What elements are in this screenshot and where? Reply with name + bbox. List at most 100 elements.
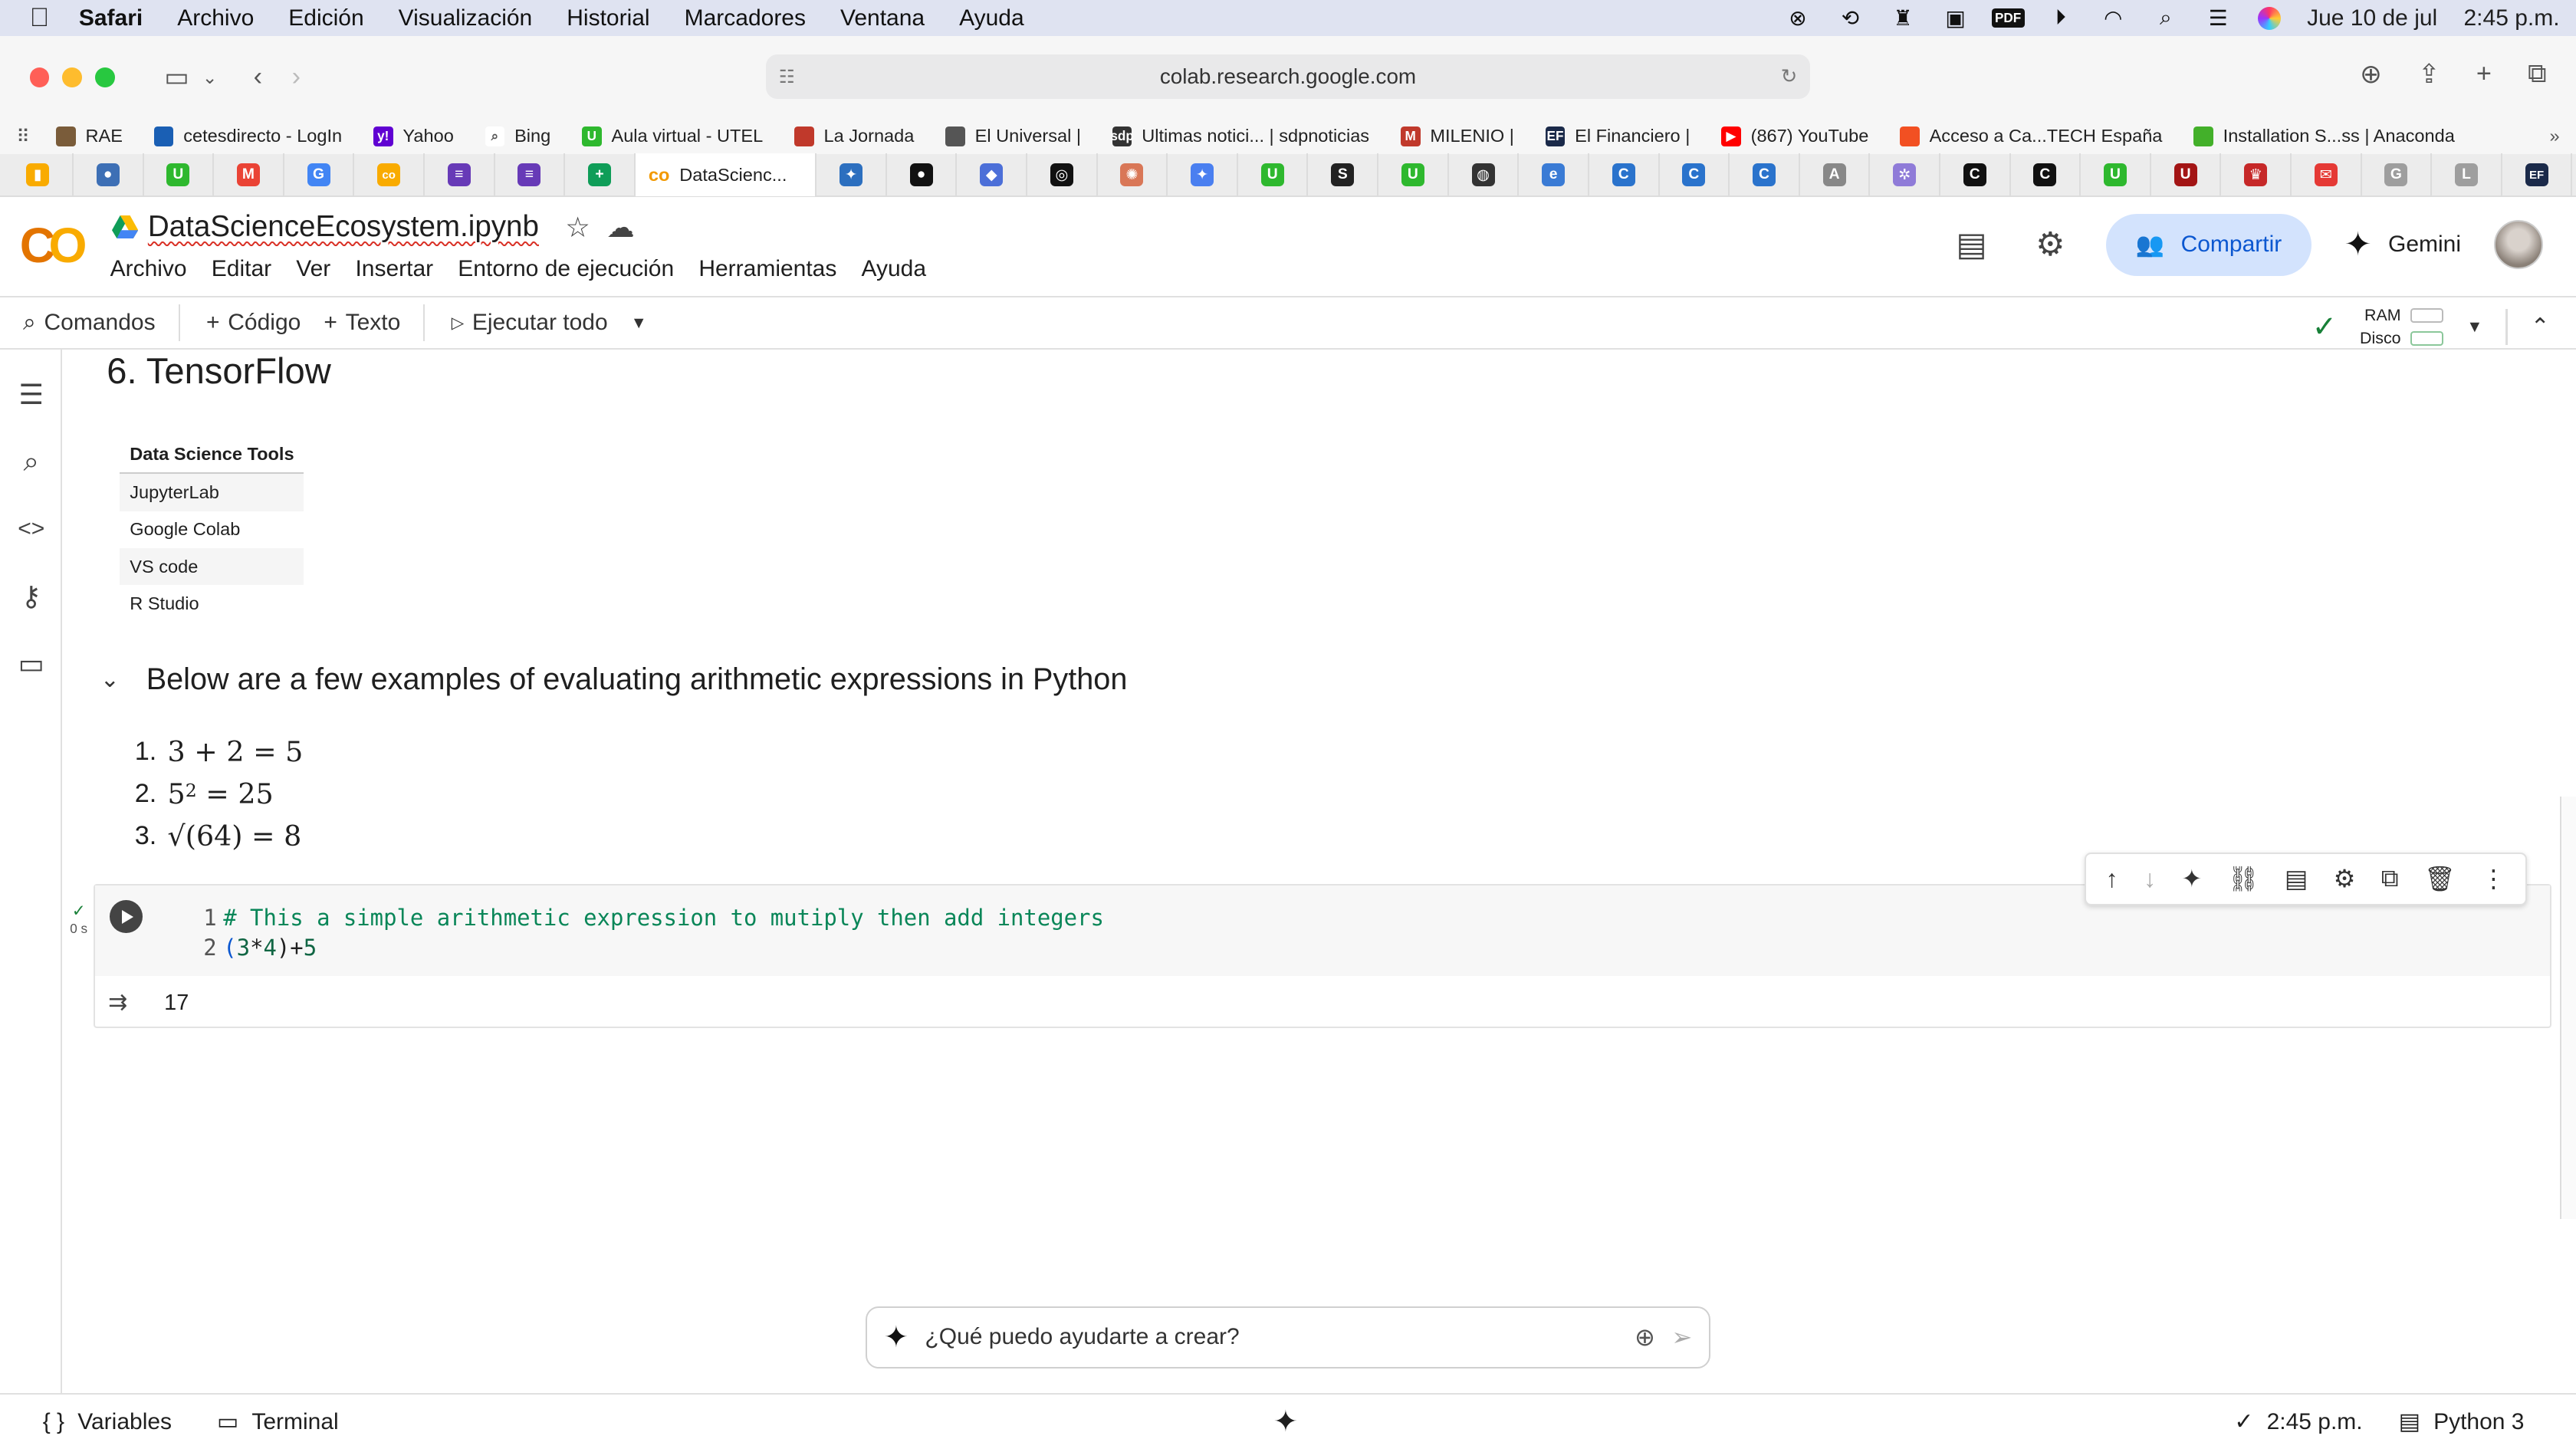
tab[interactable]: C	[1730, 153, 1800, 197]
menu-item-insertar[interactable]: Insertar	[355, 256, 433, 282]
minimize-window-button[interactable]	[62, 67, 83, 87]
tab[interactable]: ✦	[1168, 153, 1238, 197]
cloud-saved-icon[interactable]: ☁	[606, 211, 634, 244]
add-code-button[interactable]: + Código	[206, 310, 301, 336]
spotlight-search-icon[interactable]: ⌕	[2153, 5, 2179, 30]
tab[interactable]: C	[1589, 153, 1660, 197]
output-actions-icon[interactable]: ⇉	[108, 989, 127, 1016]
tab[interactable]: ♛	[2221, 153, 2292, 197]
run-all-dropdown-icon[interactable]: ▼	[631, 314, 647, 333]
mirror-cell-icon[interactable]: ⧉	[2381, 864, 2399, 893]
apps-grid-icon[interactable]: ⠿	[16, 126, 29, 147]
tab[interactable]: EF	[2502, 153, 2573, 197]
tab-active[interactable]: co DataScienc...	[635, 153, 817, 197]
avatar[interactable]	[2493, 220, 2544, 270]
share-icon[interactable]: ⇪	[2418, 59, 2440, 90]
code-cell[interactable]: ✓ 0 s 1 # This a simple arithmetic expres…	[70, 883, 2551, 1029]
menu-safari[interactable]: Safari	[79, 5, 143, 31]
tab[interactable]: ✺	[1098, 153, 1168, 197]
bookmark-item[interactable]: M MILENIO |	[1400, 126, 1514, 146]
menu-item-ayuda[interactable]: Ayuda	[862, 256, 927, 282]
bookmark-item[interactable]: sdp Ultimas notici... | sdpnoticias	[1110, 126, 1369, 146]
tab[interactable]: C	[1660, 153, 1730, 197]
bookmark-item[interactable]: Acceso a Ca...TECH España	[1900, 126, 2162, 146]
new-tab-icon[interactable]: +	[2476, 59, 2492, 90]
more-options-icon[interactable]: ⋮	[2481, 864, 2505, 893]
move-up-icon[interactable]: ↑	[2106, 865, 2118, 893]
add-circle-icon[interactable]: ⊕	[1635, 1322, 1655, 1352]
bookmark-item[interactable]: U Aula virtual - UTEL	[581, 126, 763, 146]
google-drive-icon[interactable]	[111, 215, 138, 239]
tab[interactable]: +	[565, 153, 636, 197]
collapse-section-chevron-icon[interactable]: ⌄	[100, 666, 123, 693]
bookmark-item[interactable]: ▶ (867) YouTube	[1721, 126, 1868, 146]
tab[interactable]: G	[2362, 153, 2433, 197]
zoom-window-button[interactable]	[95, 67, 115, 87]
menu-item-herramientas[interactable]: Herramientas	[698, 256, 836, 282]
gemini-sparkle-icon[interactable]: ✦	[1273, 1405, 1298, 1439]
tab[interactable]: U	[1238, 153, 1309, 197]
menu-edicion[interactable]: Edición	[288, 5, 363, 31]
bot-icon[interactable]: ♜	[1890, 6, 1916, 30]
link-icon[interactable]: ⛓	[2228, 864, 2259, 893]
close-window-button[interactable]	[29, 67, 50, 87]
tab[interactable]: e	[1519, 153, 1589, 197]
tab[interactable]: C	[2011, 153, 2082, 197]
colab-logo[interactable]: CO	[20, 217, 87, 274]
play-icon[interactable]: ⏵	[2048, 5, 2074, 30]
menu-marcadores[interactable]: Marcadores	[685, 5, 806, 31]
sidebar-toggle-icon[interactable]: ▭	[164, 62, 189, 93]
tab[interactable]: ≡	[425, 153, 495, 197]
control-center-icon[interactable]: ☰	[2205, 6, 2231, 30]
code-snippets-icon[interactable]: <>	[12, 509, 51, 548]
xbox-icon[interactable]: ⊗	[1785, 6, 1811, 30]
tab[interactable]: U	[2081, 153, 2151, 197]
tab[interactable]: ◍	[1449, 153, 1520, 197]
find-replace-icon[interactable]: ⌕	[12, 442, 51, 481]
tab[interactable]: L	[2432, 153, 2502, 197]
siri-icon[interactable]	[2257, 6, 2281, 30]
tab[interactable]: ✲	[1870, 153, 1940, 197]
variables-button[interactable]: { } Variables	[43, 1409, 172, 1435]
pdf-icon[interactable]: PDF	[1991, 7, 2025, 30]
gemini-prompt-bar[interactable]: ✦ ¿Qué puedo ayudarte a crear? ⊕ ➢	[866, 1306, 1710, 1368]
menu-visualizacion[interactable]: Visualización	[399, 5, 533, 31]
gemini-button[interactable]: ✦ Gemini	[2344, 225, 2461, 264]
apple-icon[interactable]: 	[30, 3, 50, 33]
send-icon[interactable]: ➢	[1671, 1322, 1692, 1352]
run-cell-button[interactable]	[110, 900, 143, 933]
tab[interactable]: C	[1940, 153, 2011, 197]
menu-item-archivo[interactable]: Archivo	[110, 256, 187, 282]
run-all-button[interactable]: ▷ Ejecutar todo	[452, 310, 608, 336]
menubar-time[interactable]: 2:45 p.m.	[2464, 5, 2560, 31]
tab[interactable]: ▮	[3, 153, 74, 197]
resources-dropdown-icon[interactable]: ▼	[2466, 317, 2482, 337]
prompt-input[interactable]: ¿Qué puedo ayudarte a crear?	[925, 1324, 1618, 1350]
more-bookmarks-icon[interactable]: »	[2549, 126, 2559, 146]
gemini-sparkle-icon[interactable]: ✦	[2181, 864, 2202, 893]
sync-icon[interactable]: ⟲	[1837, 6, 1863, 30]
menu-item-ver[interactable]: Ver	[296, 256, 330, 282]
secrets-key-icon[interactable]: ⚷	[12, 577, 51, 616]
bookmark-item[interactable]: cetesdirecto - LogIn	[153, 126, 342, 146]
commands-button[interactable]: ⌕ Comandos	[23, 310, 156, 336]
tab[interactable]: ◆	[957, 153, 1028, 197]
comment-icon[interactable]: ▤	[2285, 864, 2308, 893]
tab[interactable]: S	[1308, 153, 1379, 197]
tab[interactable]: U	[2151, 153, 2222, 197]
files-folder-icon[interactable]: ▭	[12, 644, 51, 683]
menu-historial[interactable]: Historial	[567, 5, 649, 31]
menu-archivo[interactable]: Archivo	[177, 5, 254, 31]
comments-icon[interactable]: ▤	[1949, 225, 1995, 264]
tab[interactable]: M	[214, 153, 284, 197]
tab[interactable]: ●	[887, 153, 958, 197]
move-down-icon[interactable]: ↓	[2144, 865, 2156, 893]
menu-item-entorno[interactable]: Entorno de ejecución	[458, 256, 674, 282]
tab[interactable]: U	[144, 153, 215, 197]
tab[interactable]: A	[1800, 153, 1871, 197]
bookmark-item[interactable]: El Universal |	[945, 126, 1081, 146]
runtime-type[interactable]: ▤ Python 3	[2399, 1408, 2525, 1435]
forward-icon[interactable]: ›	[292, 62, 301, 92]
settings-gear-icon[interactable]: ⚙	[2027, 225, 2073, 264]
add-text-button[interactable]: + Texto	[324, 310, 400, 336]
